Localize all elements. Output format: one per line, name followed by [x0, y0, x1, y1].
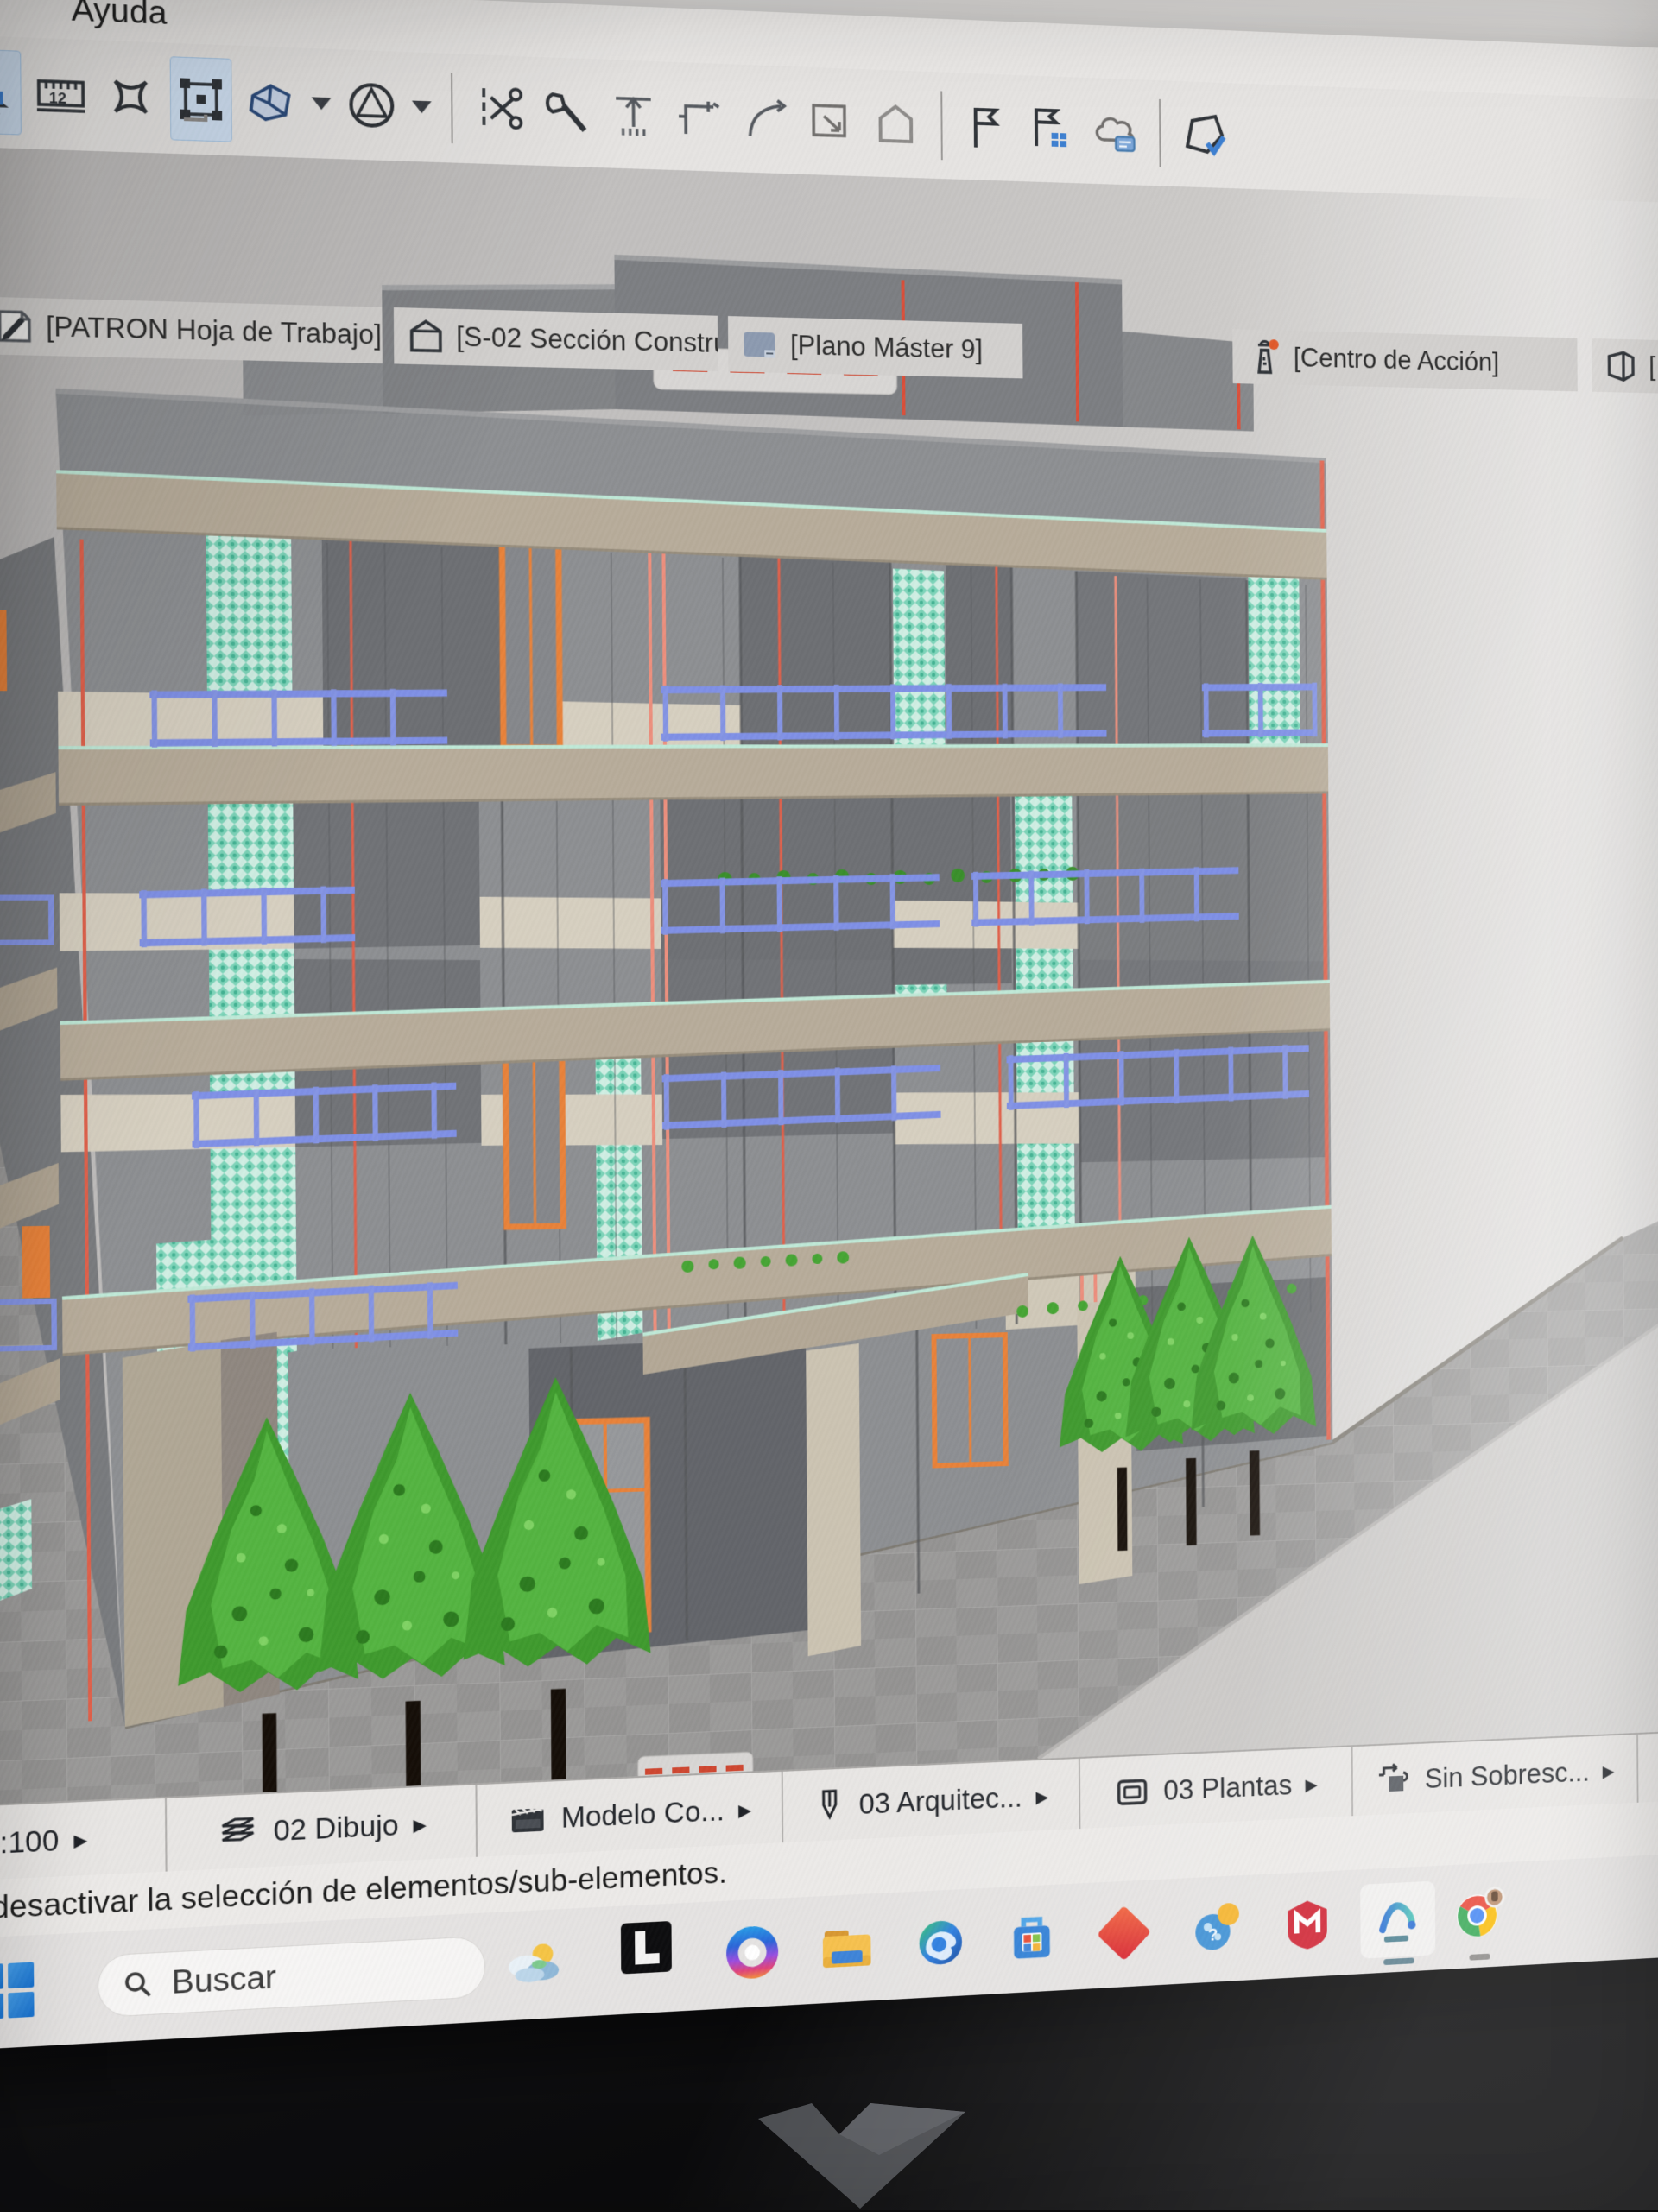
laptop-brand-chevron-icon [750, 2100, 974, 2212]
chrome-icon[interactable] [1452, 1886, 1506, 1943]
taskbar-search[interactable]: Buscar [98, 1936, 486, 2018]
expand-arrow-icon: ▸ [1305, 1769, 1318, 1799]
search-placeholder: Buscar [172, 1959, 276, 2002]
expand-arrow-icon: ▸ [73, 1823, 87, 1855]
svg-text:?: ? [1208, 1926, 1218, 1945]
tab-master-layout[interactable]: [Plano Máster 9] [728, 316, 1023, 378]
tab-3d-view[interactable]: [ [1592, 338, 1658, 395]
tab-worksheet[interactable]: [PATRON Hoja de Trabajo] [0, 297, 383, 364]
rotate-override-icon [1376, 1762, 1412, 1799]
frame-icon [1115, 1774, 1150, 1810]
copilot-icon[interactable] [724, 1923, 781, 1983]
expand-arrow-icon: ▸ [738, 1794, 751, 1825]
action-center-lighthouse-icon [1244, 336, 1284, 377]
file-explorer-icon[interactable] [819, 1918, 876, 1977]
view-3d-cube-icon [1603, 346, 1640, 385]
globe-question-app-icon[interactable]: ? [1189, 1899, 1244, 1957]
master-layout-icon [740, 325, 780, 363]
tab-action-center[interactable]: [Centro de Acción] [1232, 329, 1578, 391]
expand-arrow-icon: ▸ [1602, 1756, 1614, 1785]
3d-viewport[interactable] [0, 144, 1658, 1808]
laptop-screen: ntanas Ayuda 12 [0, 0, 1658, 2053]
pen-nib-icon [814, 1787, 845, 1825]
worksheet-pencil-icon [0, 306, 35, 346]
scale-value: 1:100 [0, 1823, 59, 1861]
renovation-status-selector[interactable]: 00 Mostrar... ▸ [1638, 1722, 1658, 1804]
tab-section[interactable]: [S-02 Sección Construcci... [394, 307, 718, 371]
mcafee-icon[interactable] [1280, 1894, 1334, 1953]
red-diamond-app-icon[interactable] [1096, 1904, 1151, 1962]
tab-label: [Plano Máster 9] [790, 330, 983, 365]
tab-label: [S-02 Sección Construcci... [456, 321, 718, 361]
tab-label: [ [1649, 351, 1655, 382]
edge-icon[interactable] [913, 1913, 969, 1973]
3d-building-model[interactable] [0, 147, 1658, 1804]
archicad-icon[interactable] [1371, 1890, 1425, 1948]
running-indicator [1383, 1957, 1414, 1965]
search-icon [123, 1969, 154, 2000]
screen-glare [1219, 188, 1658, 1751]
expand-arrow-icon: ▸ [1035, 1781, 1048, 1811]
layers-icon [217, 1814, 259, 1851]
microsoft-store-icon[interactable] [1004, 1908, 1060, 1968]
weather-widget[interactable] [504, 1933, 563, 1994]
black-l-app-icon[interactable] [617, 1918, 675, 1978]
film-clapper-icon [508, 1801, 547, 1838]
section-icon [406, 317, 446, 357]
tab-label: [Centro de Acción] [1294, 343, 1499, 378]
expand-arrow-icon: ▸ [413, 1809, 427, 1840]
running-indicator [1469, 1954, 1490, 1961]
windows-start-button[interactable] [0, 1962, 35, 2020]
tab-label: [PATRON Hoja de Trabajo] [46, 311, 382, 351]
